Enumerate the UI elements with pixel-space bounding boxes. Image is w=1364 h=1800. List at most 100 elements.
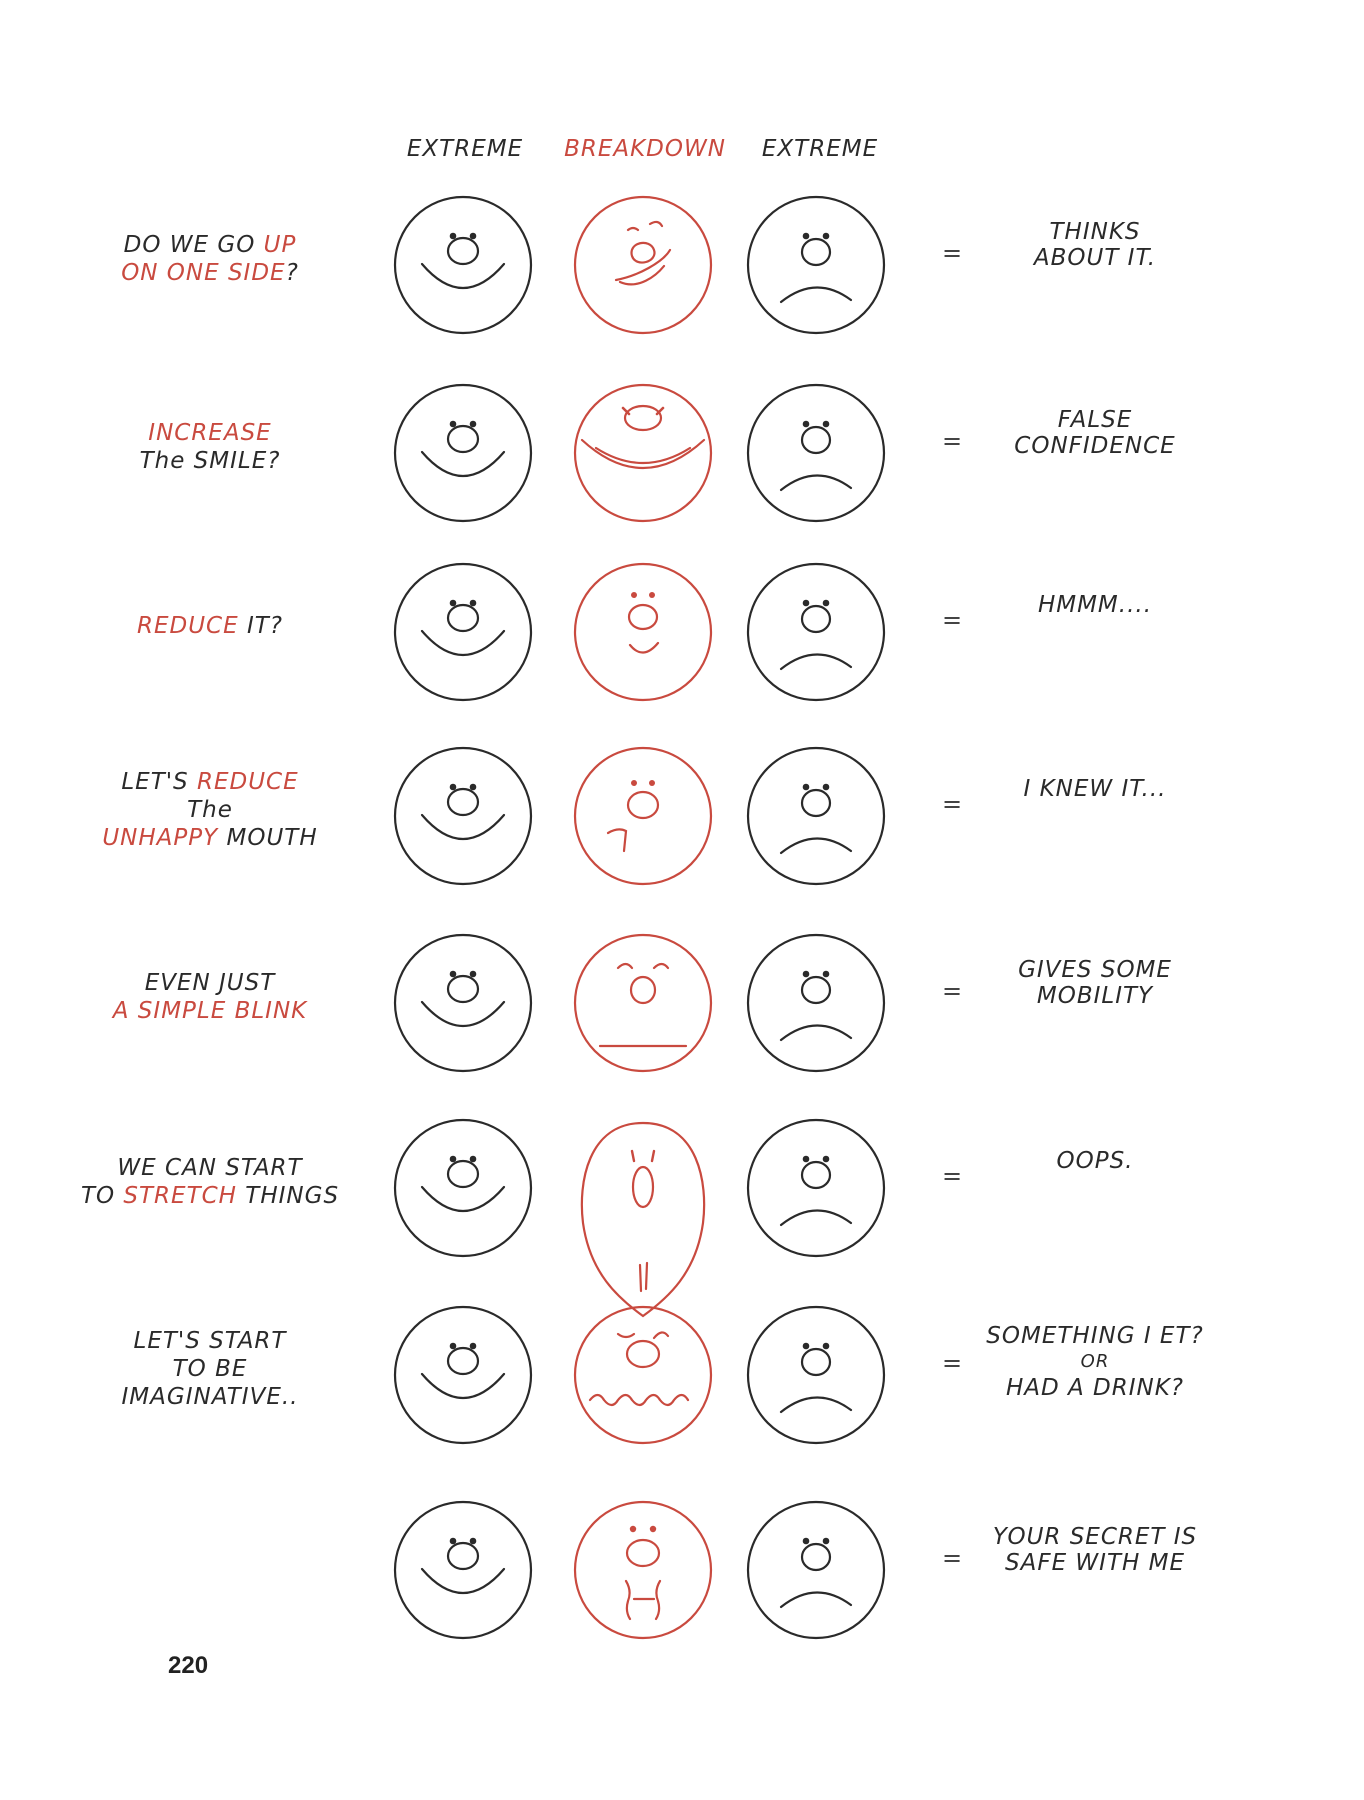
eyes-slits [630, 1149, 656, 1163]
result-line: FALSE [1057, 407, 1133, 433]
eye-left [802, 1155, 810, 1163]
question-text: LET'S START [133, 1328, 287, 1354]
result-line: GIVES SOME [1018, 957, 1172, 983]
eye-left [629, 1525, 637, 1533]
result-line: HMMM.... [1037, 592, 1153, 618]
eye-left [449, 1342, 457, 1350]
question-text: REDUCE [196, 769, 299, 795]
eye-right [649, 780, 655, 786]
face-extreme-sad [746, 383, 886, 523]
eye-left [802, 599, 810, 607]
header-extreme-left: EXTREME [406, 136, 524, 162]
face-extreme-sad [746, 1305, 886, 1445]
nose [446, 236, 480, 266]
result-line: SAFE WITH ME [1005, 1550, 1185, 1576]
eye-right [469, 420, 477, 428]
face-extreme-happy [393, 746, 533, 886]
face-breakdown-hook [573, 746, 713, 886]
mouth-smile [420, 450, 506, 477]
nose [446, 787, 480, 817]
eye-right [822, 420, 830, 428]
face-extreme-happy [393, 1118, 533, 1258]
mouth-stretched [638, 1261, 649, 1293]
eye-right [469, 970, 477, 978]
nose [800, 975, 832, 1005]
question-text: The SMILE? [139, 448, 281, 474]
nose [629, 975, 657, 1005]
face-breakdown-tilt [573, 195, 713, 335]
question-text: TO BE [172, 1356, 248, 1382]
eye-right [649, 592, 655, 598]
question-line: IMAGINATIVE.. [45, 1383, 375, 1411]
eye-right [822, 783, 830, 791]
result-line: CONFIDENCE [1014, 433, 1176, 459]
row-question-label: LET'S START TO BE IMAGINATIVE.. [45, 1327, 375, 1411]
face-extreme-sad [746, 746, 886, 886]
row-question-label: LET'S REDUCE The UNHAPPY MOUTH [45, 768, 375, 852]
head-outline [580, 1121, 706, 1318]
face-extreme-sad [746, 1500, 886, 1640]
question-line: LET'S REDUCE [45, 768, 375, 796]
eye-left [449, 232, 457, 240]
question-text: INCREASE [148, 420, 272, 446]
face-breakdown-stretch [580, 1121, 706, 1318]
mouth-frown [779, 474, 853, 492]
mouth-big-smile [580, 438, 706, 469]
header-extreme-right: EXTREME [761, 136, 879, 162]
question-text: A SIMPLE BLINK [112, 998, 308, 1024]
face-extreme-sad [746, 195, 886, 335]
eye-left [802, 970, 810, 978]
mouth-frown [779, 837, 853, 855]
face-breakdown-zipped [573, 1500, 713, 1640]
mouth-tilted [614, 248, 672, 286]
result-line: OR [1080, 1351, 1110, 1372]
question-text: The [187, 797, 233, 823]
question-text: MOUTH [218, 825, 318, 851]
nose [800, 604, 832, 634]
eyes-wink [616, 1331, 670, 1340]
row-result-label: SOMETHING I ET? OR HAD A DRINK? [965, 1323, 1225, 1401]
mouth-smile [420, 1185, 506, 1212]
eye-left [631, 780, 637, 786]
nose [446, 603, 480, 633]
row-result-label: YOUR SECRET IS SAFE WITH ME [965, 1524, 1225, 1576]
result-line: SOMETHING I ET? [986, 1323, 1204, 1349]
nose [800, 1347, 832, 1377]
nose [800, 237, 832, 267]
nose [800, 425, 832, 455]
question-line: EVEN JUST [45, 969, 375, 997]
head-outline [573, 1305, 713, 1445]
result-line: ABOUT IT. [1033, 245, 1157, 271]
question-line: INCREASE [45, 419, 375, 447]
question-text: THINGS [236, 1183, 340, 1209]
result-line: YOUR SECRET IS [992, 1524, 1198, 1550]
eyes-closed [616, 962, 670, 970]
question-text: UP [263, 232, 297, 258]
question-line: A SIMPLE BLINK [45, 997, 375, 1025]
question-text: UNHAPPY [102, 825, 219, 851]
question-line: ON ONE SIDE? [45, 259, 375, 287]
head-outline [573, 1500, 713, 1640]
equals-sign: = [942, 977, 963, 1005]
row-question-label: DO WE GO UP ON ONE SIDE? [45, 231, 375, 287]
nose [800, 1542, 832, 1572]
row-question-label: EVEN JUST A SIMPLE BLINK [45, 969, 375, 1025]
face-extreme-happy [393, 195, 533, 335]
eye-left [631, 592, 637, 598]
row-result-label: GIVES SOME MOBILITY [965, 957, 1225, 1009]
question-text: REDUCE [136, 613, 239, 639]
face-breakdown-big-smile [573, 383, 713, 523]
nose [446, 1159, 480, 1189]
question-line: The [45, 796, 375, 824]
mouth-frown [779, 286, 853, 304]
equals-sign: = [942, 427, 963, 455]
head-outline [573, 195, 713, 335]
mouth-small [628, 641, 660, 654]
nose [446, 974, 480, 1004]
mouth-smile [420, 1000, 506, 1027]
question-text: IMAGINATIVE.. [121, 1384, 299, 1410]
eye-right [822, 232, 830, 240]
question-line: TO BE [45, 1355, 375, 1383]
head-outline [573, 562, 713, 702]
mouth-smile [420, 1372, 506, 1399]
